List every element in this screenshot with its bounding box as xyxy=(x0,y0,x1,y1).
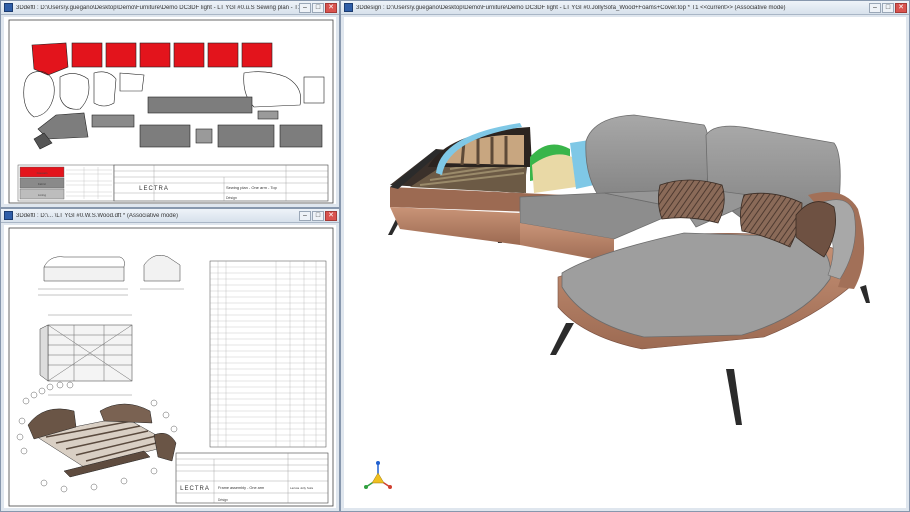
legend-coussin: Coussin xyxy=(37,171,48,175)
frame-assembly-canvas[interactable]: LECTRA Frame assembly - One arm Désign L… xyxy=(4,225,336,508)
axis-triad-icon[interactable] xyxy=(364,461,392,489)
material-legend: Coussin Fabric Lining xyxy=(17,164,115,202)
legend-fabric: Fabric xyxy=(38,182,47,186)
design-3d-titlebar[interactable]: 3Ddesign : D:\Users\y.guegano\Desktop\De… xyxy=(341,1,909,15)
close-button[interactable]: ✕ xyxy=(325,210,337,221)
sewing-plan-titlebar[interactable]: 3DdeftI : D:\Users\y.guegano\Desktop\Dem… xyxy=(1,1,339,15)
designer-label: Désign xyxy=(226,196,237,200)
legend-lining: Lining xyxy=(38,193,46,197)
maximize-button[interactable]: □ xyxy=(312,210,324,221)
close-button[interactable]: ✕ xyxy=(895,2,907,13)
sofa-3d-render xyxy=(364,114,870,489)
drawing-title: Frame assembly - One arm xyxy=(218,486,264,490)
sewing-plan-canvas[interactable]: Coussin Fabric Lining LECTRA Sewing plan… xyxy=(4,17,336,204)
lectra-logo: LECTRA xyxy=(180,486,210,492)
frame-assembly-drawing: LECTRA Frame assembly - One arm Désign L… xyxy=(8,227,334,507)
frame-title-block: LECTRA Frame assembly - One arm Désign L… xyxy=(175,452,329,504)
drawing-title: Sewing plan - One arm - Top xyxy=(226,185,278,190)
3d-viewport[interactable] xyxy=(344,17,906,508)
sewing-plan-drawing: Coussin Fabric Lining LECTRA Sewing plan… xyxy=(8,19,334,204)
minimize-button[interactable]: – xyxy=(869,2,881,13)
sewing-plan-window[interactable]: 3DdeftI : D:\Users\y.guegano\Desktop\Dem… xyxy=(0,0,340,208)
close-button[interactable]: ✕ xyxy=(325,2,337,13)
maximize-button[interactable]: □ xyxy=(312,2,324,13)
lectra-logo: LECTRA xyxy=(139,186,169,192)
frame-assembly-window[interactable]: 3DdeftI : D:\... \LT YGI #0.W.S.Wood.dft… xyxy=(0,208,340,512)
window-title: 3Ddesign : D:\Users\y.guegano\Desktop\De… xyxy=(356,4,786,11)
window-title: 3DdeftI : D:\Users\y.guegano\Desktop\Dem… xyxy=(16,4,299,11)
designer-label: Désign xyxy=(218,498,228,502)
app-icon xyxy=(344,3,353,12)
design-3d-window[interactable]: 3Ddesign : D:\Users\y.guegano\Desktop\De… xyxy=(340,0,910,512)
maximize-button[interactable]: □ xyxy=(882,2,894,13)
parts-list-table xyxy=(209,260,327,448)
product-label: Lariota Jolly Sofa xyxy=(290,486,313,490)
frame-assembly-titlebar[interactable]: 3DdeftI : D:\... \LT YGI #0.W.S.Wood.dft… xyxy=(1,209,339,223)
window-title: 3DdeftI : D:\... \LT YGI #0.W.S.Wood.dft… xyxy=(16,212,178,219)
minimize-button[interactable]: – xyxy=(299,2,311,13)
minimize-button[interactable]: – xyxy=(299,210,311,221)
sewing-title-block: LECTRA Sewing plan - One arm - Top Désig… xyxy=(113,164,329,202)
app-icon xyxy=(4,3,13,12)
app-icon xyxy=(4,211,13,220)
